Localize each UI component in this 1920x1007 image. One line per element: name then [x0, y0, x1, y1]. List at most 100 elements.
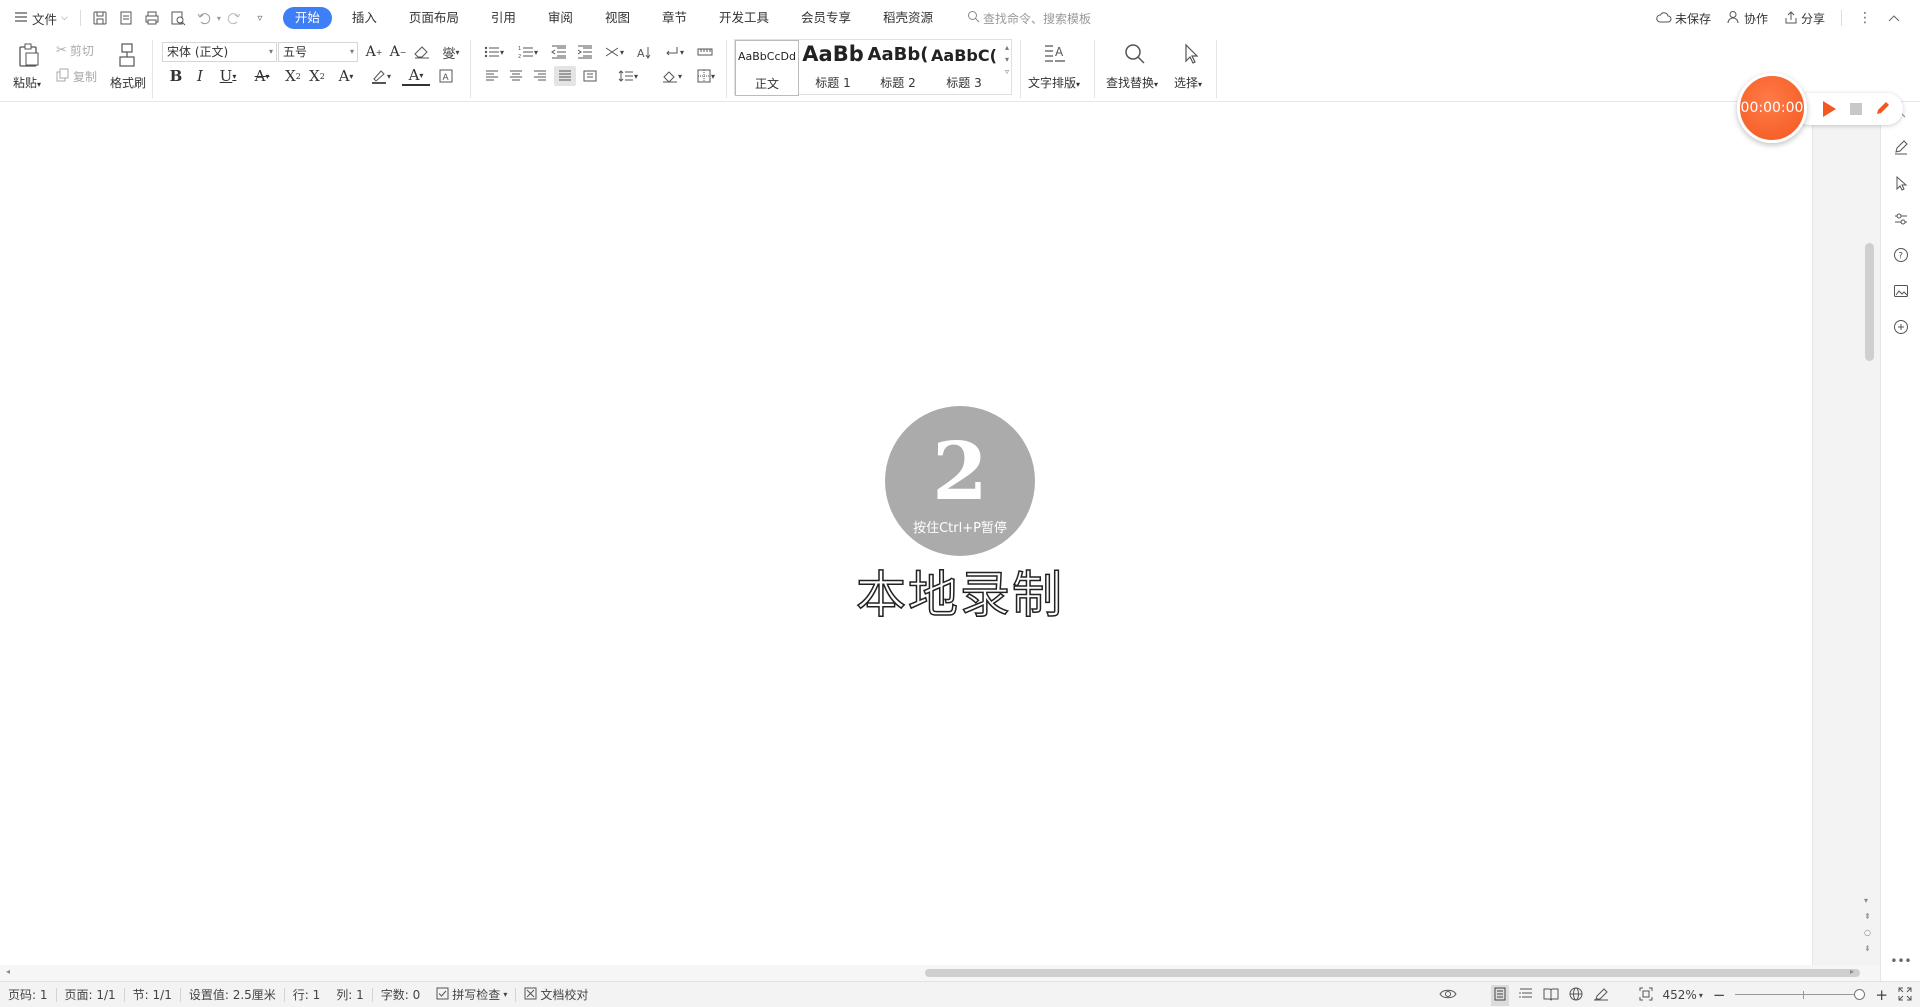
export-pdf-icon[interactable] [115, 7, 137, 29]
share-button[interactable]: 分享 [1778, 10, 1831, 27]
zoom-slider[interactable] [1735, 989, 1866, 1001]
word-count[interactable]: 字数: 0 [373, 986, 429, 1003]
borders-icon[interactable]: ▾ [692, 66, 720, 86]
help-icon[interactable]: ? [1889, 243, 1913, 267]
strikethrough-icon[interactable]: A ▾ [248, 66, 276, 86]
command-search[interactable]: 查找命令、搜索模板 [967, 10, 1091, 27]
redo-icon[interactable] [223, 7, 245, 29]
pen-icon[interactable] [1874, 99, 1892, 120]
play-icon[interactable] [1821, 99, 1837, 122]
horizontal-scrollbar[interactable]: ◂ ▸ [0, 965, 1890, 981]
tab-review[interactable]: 审阅 [536, 7, 585, 29]
find-replace-button[interactable] [1120, 40, 1150, 68]
scroll-left-icon[interactable]: ◂ [6, 967, 10, 976]
page-number[interactable]: 页码: 1 [0, 986, 56, 1003]
align-center-icon[interactable] [506, 66, 526, 86]
page-dot-icon[interactable]: ○ [1864, 928, 1871, 937]
outline-view-icon[interactable] [1518, 987, 1533, 1004]
select-button[interactable] [1178, 40, 1204, 68]
distribute-icon[interactable] [580, 66, 600, 86]
style-normal[interactable]: AaBbCcDd 正文 [735, 40, 799, 96]
stop-icon[interactable] [1850, 103, 1862, 115]
scroll-down-icon[interactable]: ▾ [1864, 896, 1868, 905]
print-preview-icon[interactable] [167, 7, 189, 29]
cut-button[interactable]: ✂ 剪切 [56, 42, 94, 58]
numbered-list-icon[interactable]: 1 2 ▾ [514, 42, 542, 62]
tab-docer-resources[interactable]: 稻壳资源 [871, 7, 945, 29]
bullet-list-icon[interactable]: ▾ [480, 42, 508, 62]
tab-references[interactable]: 引用 [479, 7, 528, 29]
text-layout-label[interactable]: 文字排版▾ [1028, 74, 1080, 91]
format-painter-button[interactable] [114, 40, 142, 70]
styles-scroll[interactable]: ▴ ▾ ▿ [1005, 42, 1009, 78]
increase-font-icon[interactable]: A + [364, 42, 384, 62]
style-heading-3[interactable]: AaBbC( 标题 3 [931, 40, 997, 96]
phonetic-guide-icon[interactable]: 燮 ▾ [436, 42, 466, 62]
customize-toolbar-icon[interactable]: ▿ [249, 7, 271, 29]
collapse-ribbon-icon[interactable] [1882, 14, 1906, 22]
decrease-font-icon[interactable]: A − [388, 42, 408, 62]
tab-view[interactable]: 视图 [593, 7, 642, 29]
doc-proof-button[interactable]: 文档校对 [516, 986, 596, 1003]
tab-home[interactable]: 开始 [282, 7, 332, 29]
print-icon[interactable] [141, 7, 163, 29]
underline-icon[interactable]: U ▾ [214, 66, 242, 86]
tab-member[interactable]: 会员专享 [789, 7, 863, 29]
sort-icon[interactable]: A [634, 42, 656, 62]
column-number[interactable]: 列: 1 [328, 986, 372, 1003]
select-label[interactable]: 选择▾ [1174, 74, 1202, 91]
highlight-icon[interactable]: ▾ [366, 66, 396, 86]
line-spacing-icon[interactable]: ▾ [614, 66, 642, 86]
recording-timer[interactable]: 00:00:00 [1737, 73, 1807, 143]
tab-page-layout[interactable]: 页面布局 [397, 7, 471, 29]
align-right-icon[interactable] [530, 66, 550, 86]
style-heading-1[interactable]: AaBb 标题 1 [801, 40, 865, 96]
scrollbar-thumb[interactable] [925, 969, 1860, 977]
tab-chapter[interactable]: 章节 [650, 7, 699, 29]
more-icon[interactable]: ⋮ [1852, 10, 1878, 26]
file-menu[interactable]: 文件 ⌵ [0, 0, 74, 36]
image-icon[interactable] [1889, 279, 1913, 303]
properties-icon[interactable] [1889, 207, 1913, 231]
superscript-icon[interactable]: X2 [282, 66, 304, 86]
zoom-level[interactable]: 452% ▾ [1663, 988, 1703, 1002]
more-icon[interactable]: ••• [1889, 949, 1913, 973]
reading-view-icon[interactable] [1543, 987, 1559, 1004]
shading-icon[interactable]: ▾ [658, 66, 686, 86]
zoom-out-icon[interactable]: − [1713, 986, 1726, 1004]
increase-indent-icon[interactable] [574, 42, 596, 62]
font-size-select[interactable]: 五号 ▾ [278, 42, 358, 62]
share-network-icon[interactable] [1889, 315, 1913, 339]
scroll-right-icon[interactable]: ▸ [1850, 967, 1854, 976]
subscript-icon[interactable]: X2 [306, 66, 328, 86]
spell-check-button[interactable]: 拼写检查 ▾ [428, 986, 515, 1003]
ruler-icon[interactable] [694, 42, 716, 62]
paste-label[interactable]: 粘贴▾ [13, 74, 41, 91]
style-heading-2[interactable]: AaBb( 标题 2 [867, 40, 929, 96]
align-left-icon[interactable] [482, 66, 502, 86]
copy-button[interactable]: 复制 [56, 68, 97, 84]
format-painter-label[interactable]: 格式刷 [110, 74, 146, 91]
zoom-in-icon[interactable]: + [1875, 986, 1888, 1004]
clear-format-icon[interactable] [412, 42, 432, 62]
tab-insert[interactable]: 插入 [340, 7, 389, 29]
justify-icon[interactable] [554, 66, 576, 86]
bold-icon[interactable]: B [166, 66, 186, 86]
next-page-icon[interactable]: ⇟ [1864, 944, 1871, 953]
prev-page-icon[interactable]: ⇞ [1864, 912, 1871, 921]
slider-knob[interactable] [1854, 989, 1866, 1000]
page-count[interactable]: 页面: 1/1 [57, 986, 124, 1003]
char-border-icon[interactable]: A [436, 66, 456, 86]
row-number[interactable]: 行: 1 [285, 986, 329, 1003]
page-view-icon[interactable] [1490, 984, 1509, 1006]
vertical-scrollbar[interactable]: ▾ ⇞ ○ ⇟ [1862, 103, 1876, 965]
tab-developer[interactable]: 开发工具 [707, 7, 781, 29]
writing-mode-icon[interactable] [1593, 987, 1609, 1004]
select-pointer-icon[interactable] [1889, 171, 1913, 195]
collaborate-button[interactable]: 协作 [1721, 10, 1774, 27]
eye-protection-icon[interactable] [1438, 987, 1457, 1004]
font-name-select[interactable]: 宋体 (正文) ▾ [162, 42, 277, 62]
find-replace-label[interactable]: 查找替换▾ [1106, 74, 1158, 91]
italic-icon[interactable]: I [190, 66, 210, 86]
decrease-indent-icon[interactable] [548, 42, 570, 62]
